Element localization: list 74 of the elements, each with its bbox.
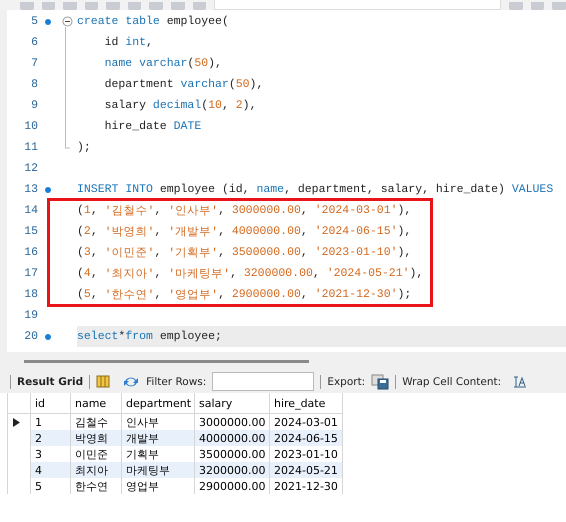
code-line: );	[77, 140, 92, 156]
current-row-icon	[13, 418, 20, 426]
line-number: 18	[23, 288, 38, 301]
filter-rows-field[interactable]	[212, 372, 314, 391]
column-header[interactable]: id	[30, 393, 70, 414]
code-line: department varchar(50),	[104, 77, 264, 93]
line-number: 6	[30, 36, 38, 49]
toolbar-button[interactable]	[20, 2, 34, 10]
toolbar-button[interactable]	[128, 2, 142, 10]
column-header[interactable]: department	[122, 393, 194, 414]
line-number: 10	[23, 120, 38, 133]
toolbar-button[interactable]	[509, 2, 523, 10]
sql-editor[interactable]	[0, 10, 566, 352]
line-number: 17	[23, 267, 38, 280]
column-header[interactable]: hire_date	[270, 393, 342, 414]
export-icon[interactable]	[371, 374, 390, 390]
table-cell: 5	[30, 478, 70, 494]
line-number: 7	[30, 57, 38, 70]
toolbar-button[interactable]	[63, 2, 77, 10]
line-number: 11	[23, 141, 38, 154]
line-number: 20	[23, 330, 38, 343]
code-line: salary decimal(10, 2),	[104, 98, 258, 114]
code-line: (3, '이민준', '기획부', 3500000.00, '2023-01-10'),	[77, 245, 412, 262]
table-cell: 3200000.00	[194, 462, 270, 478]
code-line: INSERT INTO employee (id, name, department, salary, hire_date) VALUES	[77, 182, 554, 198]
table-cell: 2900000.00	[194, 478, 270, 494]
table-cell: 최지아	[70, 462, 122, 478]
export-label: Export:	[327, 376, 366, 388]
code-line: create table employee(	[77, 14, 230, 30]
line-number: 19	[23, 309, 38, 322]
table-cell: 개발부	[122, 430, 194, 446]
line-number: 13	[23, 183, 38, 196]
table-cell: 박영희	[70, 430, 122, 446]
line-number: 15	[23, 225, 38, 238]
code-line: id int,	[104, 35, 154, 51]
toolbar-button[interactable]	[171, 2, 185, 10]
table-cell: 2	[30, 430, 70, 446]
result-grid-tab[interactable]: Result Grid	[17, 376, 84, 388]
wrap-cell-content-label: Wrap Cell Content:	[402, 376, 502, 388]
column-header[interactable]: name	[70, 393, 122, 414]
toolbar-button[interactable]	[530, 2, 544, 10]
table-cell: 영업부	[122, 478, 194, 494]
line-number: 12	[23, 162, 38, 175]
toolbar-button[interactable]	[149, 2, 164, 10]
toolbar-button[interactable]	[552, 2, 566, 10]
wrap-text-icon[interactable]	[513, 374, 528, 388]
column-header[interactable]: salary	[194, 393, 270, 414]
table-cell: 4000000.00	[194, 430, 270, 446]
toolbar-button[interactable]	[106, 2, 120, 10]
scrollbar-thumb[interactable]	[24, 360, 309, 362]
line-number: 14	[23, 204, 38, 217]
refresh-icon[interactable]	[122, 374, 140, 388]
code-line: name varchar(50),	[104, 56, 223, 72]
toolbar-button[interactable]	[84, 2, 98, 10]
line-number: 16	[23, 246, 38, 259]
line-number: 5	[30, 15, 38, 28]
table-cell: 마케팅부	[122, 462, 194, 478]
table-cell: 2021-12-30	[270, 478, 342, 494]
line-number: 9	[30, 99, 38, 112]
table-cell: 4	[30, 462, 70, 478]
table-cell: 2024-06-15	[270, 430, 342, 446]
toolbar-button[interactable]	[42, 2, 56, 10]
code-line: (1, '김철수', '인사부', 3000000.00, '2024-03-01'),	[77, 203, 412, 220]
code-line: hire_date DATE	[104, 119, 202, 135]
code-line: (4, '최지아', '마케팅부', 3200000.00, '2024-05-21'),	[77, 266, 424, 283]
code-line: (2, '박영희', '개발부', 4000000.00, '2024-06-15'),	[77, 224, 412, 241]
line-number: 8	[30, 78, 38, 91]
grid-icon[interactable]	[96, 375, 110, 388]
collapse-icon[interactable]	[62, 16, 73, 27]
filter-rows-label: Filter Rows:	[146, 376, 206, 388]
code-line: (5, '한수연', '영업부', 2900000.00, '2021-12-30');	[77, 287, 412, 304]
table-cell: 한수연	[70, 478, 122, 494]
toolbar-button[interactable]	[192, 2, 206, 10]
table-cell: 2024-05-21	[270, 462, 342, 478]
